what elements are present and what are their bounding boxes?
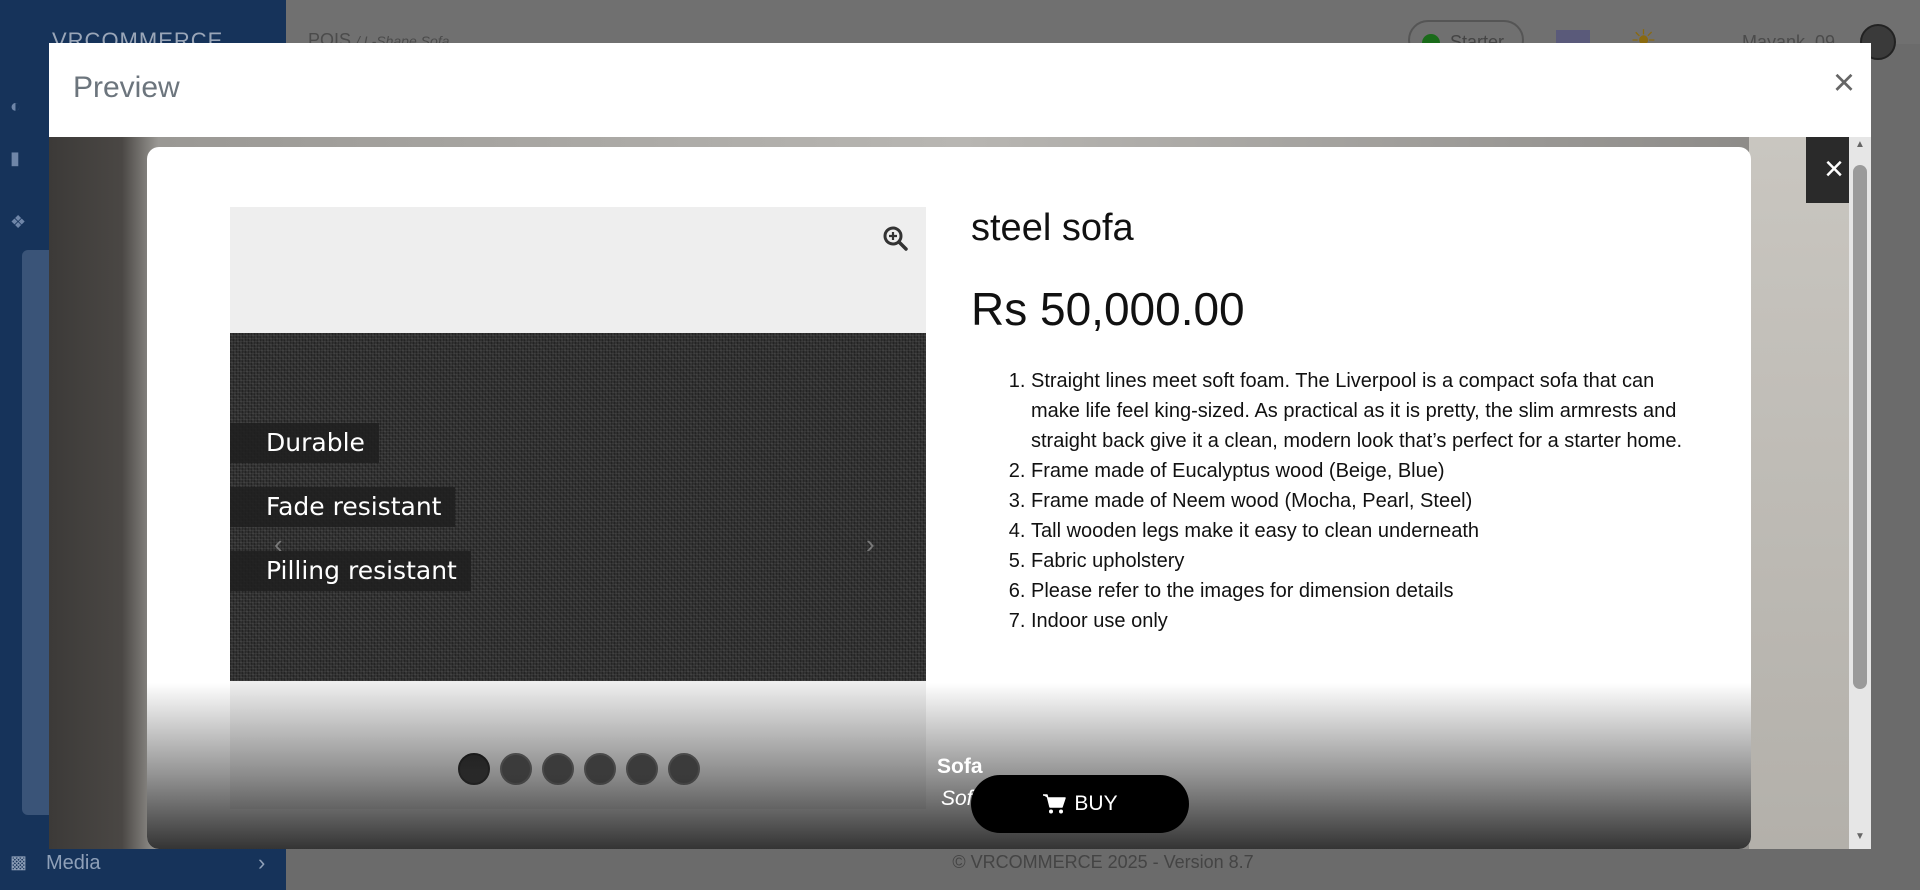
list-item: Frame made of Neem wood (Mocha, Pearl, S… [1031,486,1691,516]
thumbnail[interactable] [500,753,532,785]
chevron-left-icon[interactable]: ‹ [274,529,283,560]
list-item: Frame made of Eucalyptus wood (Beige, Bl… [1031,456,1691,486]
buy-button[interactable]: BUY [971,775,1189,833]
app-topbar: POIS / L-Shape Sofa Starter ☀ Mayank_09 [286,0,1920,60]
app-footer: © VRCOMMERCE 2025 - Version 8.7 [952,852,1254,872]
list-item: Straight lines meet soft foam. The Liver… [1031,366,1691,456]
preview-modal: Preview × Durable Fade resistant Pilling… [49,43,1871,849]
dashboard-icon[interactable]: ◐ [10,96,32,116]
product-card: Durable Fade resistant Pilling resistant… [147,147,1751,849]
thumbnail[interactable] [668,753,700,785]
product-info: steel sofa Rs 50,000.00 Straight lines m… [971,207,1691,636]
chevron-right-icon: › [258,850,266,875]
thumbnail[interactable] [626,753,658,785]
sidebar-item-label: Media [46,852,101,874]
preview-modal-title: Preview [73,71,180,104]
image-tag: Durable [230,423,379,463]
product-gallery: Durable Fade resistant Pilling resistant… [230,207,926,809]
thumbnail[interactable] [458,753,490,785]
list-item: Fabric upholstery [1031,546,1691,576]
list-item: Indoor use only [1031,606,1691,636]
scroll-down-icon[interactable]: ▼ [1849,831,1871,842]
scrollbar[interactable]: ▲ ▼ [1849,137,1871,849]
zoom-in-icon[interactable] [882,225,908,251]
list-item: Tall wooden legs make it easy to clean u… [1031,516,1691,546]
sidebar-item-media[interactable]: ▩ Media › [0,848,286,880]
cart-icon [1043,794,1067,814]
product-price: Rs 50,000.00 [971,283,1245,335]
thumbnail[interactable] [584,753,616,785]
thumbnail[interactable] [542,753,574,785]
product-description: Straight lines meet soft foam. The Liver… [971,366,1691,636]
list-item: Please refer to the images for dimension… [1031,576,1691,606]
product-image: Durable Fade resistant Pilling resistant… [230,333,926,681]
stats-icon[interactable]: ▮ [10,148,32,168]
preview-modal-header: Preview × [49,43,1871,137]
vr-scene-viewport[interactable]: Durable Fade resistant Pilling resistant… [49,137,1871,849]
thumbnail-strip [458,753,700,787]
image-tag: Pilling resistant [230,551,471,591]
chevron-right-icon[interactable]: › [866,529,875,560]
preview-close-button[interactable]: × [1824,63,1864,103]
scroll-up-icon[interactable]: ▲ [1849,139,1871,150]
scrollbar-thumb[interactable] [1853,165,1867,689]
product-title: steel sofa [971,207,1134,249]
buy-label: BUY [1074,792,1118,815]
image-tag: Fade resistant [230,487,456,527]
tour-icon[interactable]: ❖ [10,212,32,232]
monitor-icon: ▩ [10,852,28,872]
category-label: Sofa [937,755,983,778]
